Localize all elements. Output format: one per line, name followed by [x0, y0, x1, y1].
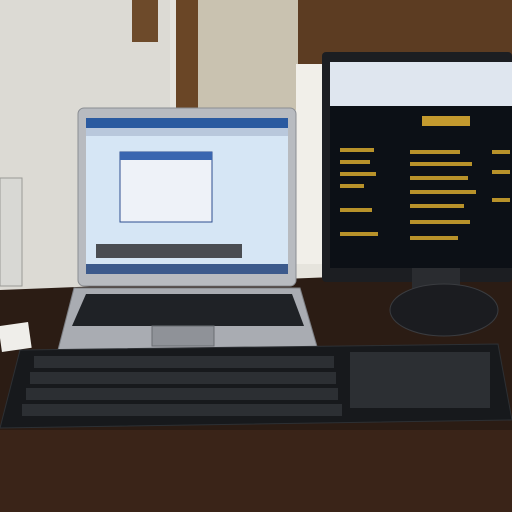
monitor-heading	[422, 116, 470, 126]
laptop-screen-toolbar	[86, 128, 288, 136]
laptop-touchpad	[151, 325, 215, 347]
keyboard-keys	[22, 352, 490, 416]
desk-edge	[0, 430, 512, 512]
paper-sheet	[0, 322, 32, 352]
monitor-banner	[330, 62, 512, 106]
laptop-keyboard	[72, 294, 304, 326]
desk-photo	[0, 0, 512, 512]
wooden-door	[176, 0, 198, 110]
laptop-window-dialog	[119, 151, 213, 223]
doorway	[198, 0, 298, 110]
laptop-status-bar	[86, 264, 288, 274]
laptop-window-title	[120, 152, 212, 160]
laptop-screen-topbar	[86, 118, 288, 128]
side-device	[0, 177, 23, 287]
monitor-base	[389, 283, 499, 337]
picture-frame	[132, 0, 158, 42]
laptop-taskbar	[96, 244, 242, 258]
